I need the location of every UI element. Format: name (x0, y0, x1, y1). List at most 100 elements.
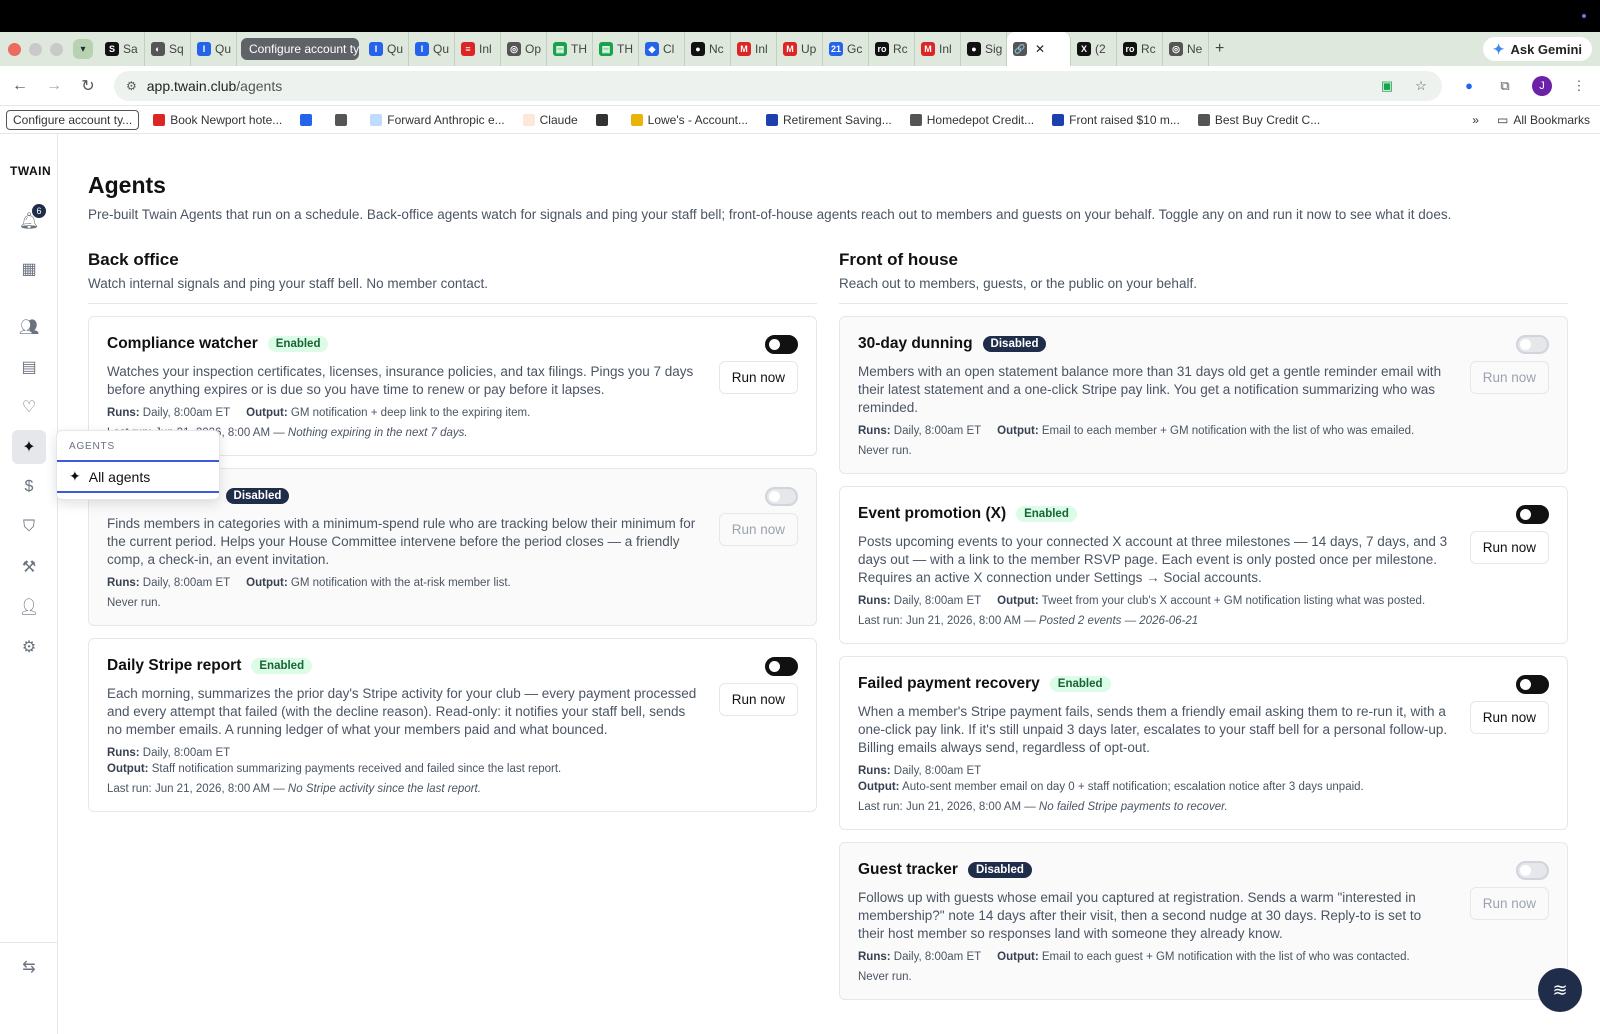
ask-gemini-button[interactable]: ✦ Ask Gemini (1482, 37, 1592, 61)
browser-tab[interactable]: I Qu (409, 32, 455, 66)
browser-tab[interactable]: S Sa (99, 32, 145, 66)
bookmark-item[interactable]: Retirement Saving... (762, 111, 896, 129)
all-bookmarks-button[interactable]: ▭ All Bookmarks (1493, 111, 1594, 129)
zoom-extension-icon[interactable]: ● (1460, 77, 1478, 95)
browser-tab[interactable]: ▤ TH (593, 32, 639, 66)
run-now-button[interactable]: Run now (718, 361, 798, 394)
bookmark-item[interactable]: Configure account ty... (6, 109, 140, 130)
reload-icon[interactable]: ↻ (80, 76, 96, 96)
more-bookmarks-chevron-icon[interactable]: » (1472, 113, 1479, 127)
handshake-icon[interactable]: ♡ (16, 394, 42, 420)
agent-enable-toggle[interactable] (1516, 505, 1549, 524)
shield-icon[interactable]: ⛉ (16, 514, 42, 540)
browser-tab[interactable]: ro Rc (869, 32, 915, 66)
browser-tab[interactable]: I Qu (363, 32, 409, 66)
url-path: /agents (236, 77, 283, 94)
bookmark-favicon-icon (370, 113, 383, 126)
runs-value: Daily, 8:00am ET (142, 747, 231, 759)
swap-arrows-icon[interactable]: ⇆ (16, 954, 42, 980)
agents-sparkle-icon[interactable]: ✦ (12, 430, 46, 464)
minimize-window-button[interactable] (29, 42, 42, 56)
tab-search-chevron-icon[interactable]: ▾ (73, 39, 93, 59)
settings-gear-icon[interactable]: ⚙ (16, 634, 42, 660)
agent-enable-toggle[interactable] (1516, 675, 1549, 694)
agent-name: Failed payment recovery (858, 675, 1040, 692)
browser-tab[interactable]: ● Nc (685, 32, 731, 66)
browser-tab[interactable]: ro Rc (1117, 32, 1163, 66)
back-arrow-icon[interactable]: ← (12, 77, 28, 95)
dashboard-grid-icon[interactable]: ▦ (16, 256, 42, 282)
last-run-note: No Stripe activity since the last report… (287, 783, 481, 795)
browser-tab[interactable]: ◐ Sq (145, 32, 191, 66)
menu-item-all-agents[interactable]: ✦ All agents (57, 460, 219, 493)
run-now-button[interactable]: Run now (718, 683, 798, 716)
agent-enable-toggle[interactable] (1516, 861, 1549, 880)
run-now-button[interactable]: Run now (1469, 531, 1549, 564)
bookmark-item[interactable] (592, 112, 617, 128)
agent-last-run: Last run: Jun 21, 2026, 8:00 AM — No fai… (858, 801, 1549, 813)
new-tab-plus-icon[interactable]: + (1215, 40, 1224, 58)
forward-arrow-icon[interactable]: → (46, 77, 62, 95)
bookmark-item[interactable]: Homedepot Credit... (906, 111, 1038, 129)
staff-users-icon[interactable]: 👤︎ (16, 594, 42, 620)
bookmark-star-icon[interactable]: ☆ (1412, 77, 1430, 95)
extensions-puzzle-icon[interactable]: ⧉ (1496, 77, 1514, 95)
browser-tab[interactable]: ◆ Cl (639, 32, 685, 66)
maximize-window-button[interactable] (50, 42, 63, 56)
browser-tab[interactable]: M Up (777, 32, 823, 66)
agent-enable-toggle[interactable] (765, 335, 798, 354)
bookmark-item[interactable] (296, 112, 321, 128)
profile-avatar[interactable]: J (1532, 75, 1552, 96)
brand-logo[interactable]: TWAIN (10, 164, 51, 178)
front-of-house-title: Front of house (839, 250, 958, 269)
tab-group-label[interactable]: Configure account ty (241, 38, 359, 60)
agent-enable-toggle[interactable] (1516, 335, 1549, 354)
calendar-icon[interactable]: ▤ (16, 354, 42, 380)
browser-tab[interactable]: X (2 (1071, 32, 1117, 66)
cast-icon[interactable]: ▣ (1378, 77, 1396, 95)
hammer-icon[interactable]: ⚒ (16, 554, 42, 580)
support-chat-button[interactable]: ≋ (1538, 968, 1582, 1012)
bookmark-item[interactable]: Front raised $10 m... (1048, 111, 1184, 129)
last-run-text: Last run: Jun 21, 2026, 8:00 AM — (858, 615, 1039, 627)
run-now-button[interactable]: Run now (1469, 361, 1549, 394)
url-input[interactable]: ⚙ app.twain.club/agents ▣ ☆ (114, 70, 1442, 101)
browser-tab[interactable]: I Qu (191, 32, 237, 66)
bookmark-favicon-icon (335, 113, 348, 126)
close-tab-icon[interactable]: ✕ (1035, 42, 1045, 56)
browser-tab[interactable]: ≡ Inl (455, 32, 501, 66)
browser-menu-icon[interactable]: ⋮ (1570, 77, 1588, 95)
output-value: Auto-sent member email on day 0 + staff … (902, 781, 1364, 793)
agent-enable-toggle[interactable] (765, 487, 798, 506)
bookmark-item[interactable]: Lowe's - Account... (627, 111, 752, 129)
close-window-button[interactable] (8, 42, 21, 56)
browser-tab[interactable]: 🔗 ✕ (1007, 32, 1071, 66)
tab-title: Cl (663, 42, 675, 56)
runs-label: Runs: (107, 747, 140, 759)
site-settings-icon[interactable]: ⚙ (126, 79, 137, 93)
bookmark-item[interactable] (331, 112, 356, 128)
agent-enable-toggle[interactable] (765, 657, 798, 676)
run-now-button[interactable]: Run now (1469, 701, 1549, 734)
browser-tab[interactable]: M Inl (915, 32, 961, 66)
bookmark-item[interactable]: Claude (519, 111, 582, 129)
members-icon[interactable]: 👥︎ (16, 314, 42, 340)
browser-tab[interactable]: ◎ Op (501, 32, 547, 66)
bookmark-label: Claude (539, 112, 578, 127)
browser-tab[interactable]: ● Sig (961, 32, 1007, 66)
tab-title: Sa (123, 42, 138, 56)
browser-tab[interactable]: ◎ Ne (1163, 32, 1209, 66)
status-badge: Enabled (1049, 676, 1111, 692)
run-now-button[interactable]: Run now (1469, 887, 1549, 920)
billing-dollar-icon[interactable]: $ (16, 474, 42, 500)
tab-list: S Sa ◐ Sq I Qu Configure account ty I Qu I Qu ≡ Inl ◎… (99, 32, 1209, 66)
bookmark-item[interactable]: Forward Anthropic e... (366, 111, 508, 129)
browser-tab[interactable]: M Inl (731, 32, 777, 66)
run-now-button[interactable]: Run now (718, 513, 798, 546)
bookmarks-bar: Configure account ty... Book Newport hote… (0, 106, 1600, 134)
browser-tab[interactable]: ▤ TH (547, 32, 593, 66)
bookmark-item[interactable]: Book Newport hote... (149, 111, 286, 129)
bell-icon[interactable]: 🔔︎ 6 (16, 204, 46, 234)
browser-tab[interactable]: 21 Gc (823, 32, 869, 66)
bookmark-item[interactable]: Best Buy Credit C... (1194, 111, 1324, 129)
